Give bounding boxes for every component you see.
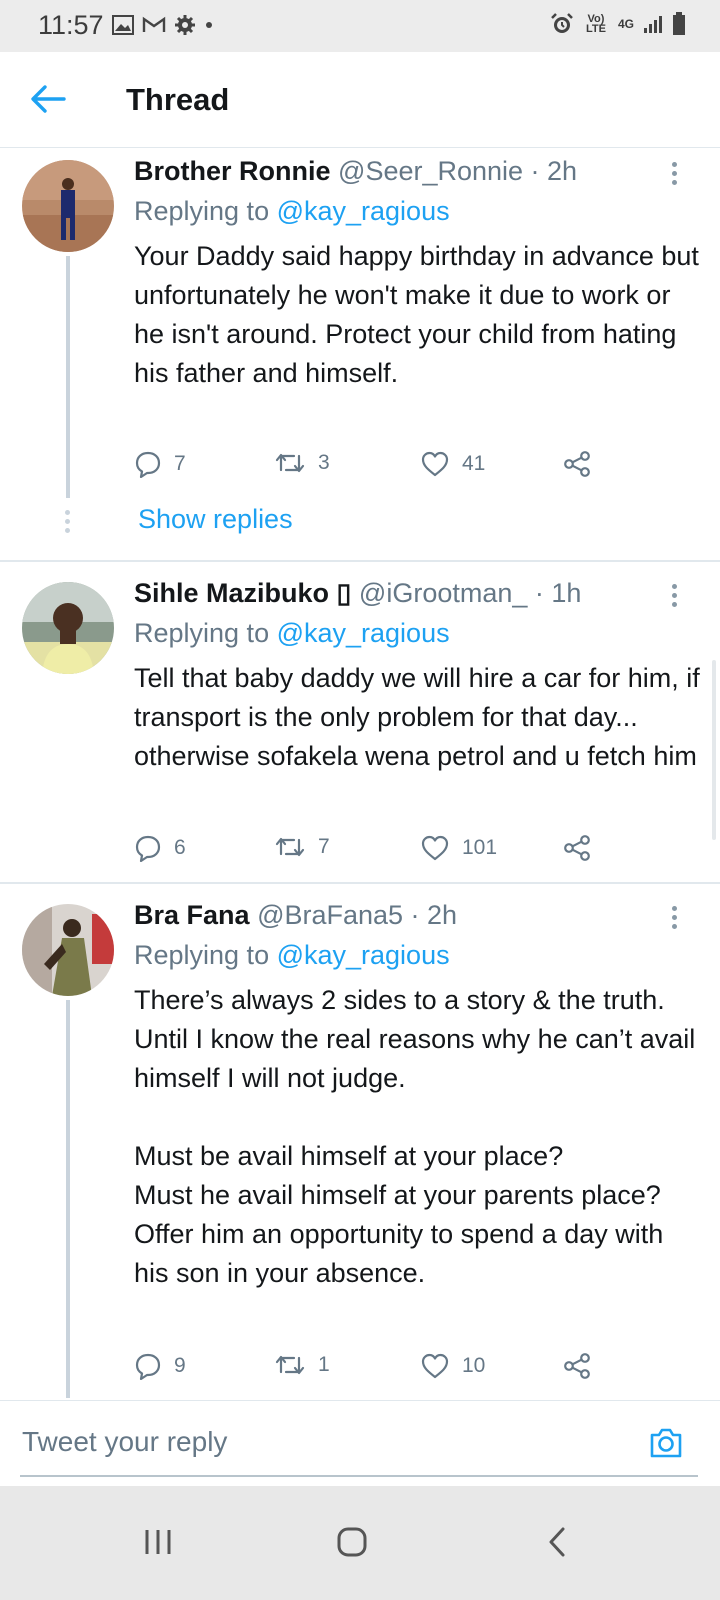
heart-icon (421, 451, 449, 477)
signal-icon (644, 16, 662, 33)
avatar[interactable] (22, 904, 114, 996)
recents-icon[interactable] (138, 1522, 178, 1562)
reply-count: 7 (174, 452, 186, 475)
volte-icon: Vo) LTE (586, 13, 606, 35)
share-button[interactable] (562, 450, 592, 478)
home-icon[interactable] (332, 1522, 372, 1562)
tweet-actions: 9 1 10 (134, 1352, 604, 1382)
reply-button[interactable]: 7 (134, 450, 186, 478)
retweet-button[interactable]: 7 (274, 834, 330, 860)
mention-link[interactable]: @kay_ragious (277, 196, 450, 226)
reply-composer (0, 1400, 720, 1487)
tweet-header: Brother Ronnie @Seer_Ronnie · 2h (134, 156, 577, 187)
share-button[interactable] (562, 1352, 592, 1380)
settings-icon (175, 15, 195, 35)
like-count: 41 (462, 452, 486, 475)
thread-dots (65, 510, 71, 537)
heart-icon (421, 1353, 449, 1379)
show-replies-link[interactable]: Show replies (138, 504, 293, 535)
tweet-actions: 6 7 101 (134, 834, 604, 864)
reply-icon (135, 835, 161, 862)
tweet-text: Tell that baby daddy we will hire a car … (134, 663, 708, 771)
share-icon (564, 835, 590, 861)
handle-and-time[interactable]: @BraFana5 · 2h (257, 900, 457, 930)
gallery-icon (112, 15, 134, 35)
tweet-actions: 7 3 41 (134, 450, 604, 480)
battery-icon (673, 12, 685, 35)
tweet[interactable]: Bra Fana @BraFana5 · 2h Replying to @kay… (0, 884, 720, 1398)
replying-to: Replying to @kay_ragious (134, 940, 450, 971)
status-time: 11:57 (38, 10, 104, 40)
header: Thread (0, 52, 720, 148)
like-button[interactable]: 41 (420, 450, 485, 478)
avatar[interactable] (22, 582, 114, 674)
display-name[interactable]: Bra Fana (134, 900, 250, 930)
like-count: 10 (462, 1354, 486, 1377)
replying-prefix: Replying to (134, 196, 277, 226)
replying-prefix: Replying to (134, 618, 277, 648)
share-icon (564, 451, 590, 477)
mention-link[interactable]: @kay_ragious (277, 940, 450, 970)
tweet-header: Bra Fana @BraFana5 · 2h (134, 900, 457, 931)
alarm-icon (551, 13, 573, 33)
camera-icon[interactable] (648, 1425, 684, 1461)
retweet-icon (275, 1355, 305, 1375)
more-options-icon[interactable] (668, 584, 680, 610)
replying-prefix: Replying to (134, 940, 277, 970)
reply-icon (135, 451, 161, 478)
tweet-text: There’s always 2 sides to a story & the … (134, 985, 696, 1288)
retweet-button[interactable]: 1 (274, 1352, 330, 1378)
avatar[interactable] (22, 160, 114, 252)
tweet[interactable]: Sihle Mazibuko ▯ @iGrootman_ · 1h Replyi… (0, 562, 720, 880)
reply-button[interactable]: 9 (134, 1352, 186, 1380)
reply-input[interactable] (20, 1415, 584, 1469)
retweet-icon (275, 453, 305, 473)
retweet-count: 7 (318, 835, 330, 858)
replying-to: Replying to @kay_ragious (134, 196, 450, 227)
status-right-icons: Vo) LTE 4G (550, 12, 686, 36)
reply-count: 6 (174, 836, 186, 859)
share-icon (564, 1353, 590, 1379)
display-name[interactable]: Brother Ronnie (134, 156, 331, 186)
more-options-icon[interactable] (668, 906, 680, 932)
4g-icon: 4G (617, 17, 634, 31)
status-left-icons (112, 14, 214, 36)
share-button[interactable] (562, 834, 592, 862)
dot-icon (206, 22, 212, 28)
handle-and-time[interactable]: @iGrootman_ · 1h (359, 578, 582, 608)
retweet-count: 3 (318, 451, 330, 474)
tweet[interactable]: Brother Ronnie @Seer_Ronnie · 2h Replyin… (0, 148, 720, 560)
mention-link[interactable]: @kay_ragious (277, 618, 450, 648)
retweet-count: 1 (318, 1353, 330, 1376)
retweet-button[interactable]: 3 (274, 450, 330, 476)
replying-to: Replying to @kay_ragious (134, 618, 450, 649)
heart-icon (421, 835, 449, 861)
reply-count: 9 (174, 1354, 186, 1377)
like-button[interactable]: 101 (420, 834, 497, 862)
retweet-icon (275, 837, 305, 857)
input-underline (20, 1475, 698, 1477)
back-icon[interactable] (538, 1522, 578, 1562)
reply-icon (135, 1353, 161, 1380)
page-title: Thread (126, 82, 230, 117)
tweet-header: Sihle Mazibuko ▯ @iGrootman_ · 1h (134, 578, 581, 609)
thread-line (66, 256, 70, 498)
like-count: 101 (462, 836, 498, 859)
name-emoji: ▯ (336, 578, 352, 608)
reply-button[interactable]: 6 (134, 834, 186, 862)
handle-and-time[interactable]: @Seer_Ronnie · 2h (338, 156, 577, 186)
back-arrow-icon[interactable] (30, 84, 66, 114)
display-name[interactable]: Sihle Mazibuko (134, 578, 329, 608)
more-options-icon[interactable] (668, 162, 680, 188)
system-nav-bar (0, 1486, 720, 1600)
scrollbar[interactable] (712, 660, 716, 840)
tweet-text: Your Daddy said happy birthday in advanc… (134, 241, 707, 388)
gmail-icon (142, 16, 166, 32)
thread-line (66, 1000, 70, 1398)
status-bar: 11:57 Vo) LTE 4G (0, 0, 720, 52)
like-button[interactable]: 10 (420, 1352, 485, 1380)
